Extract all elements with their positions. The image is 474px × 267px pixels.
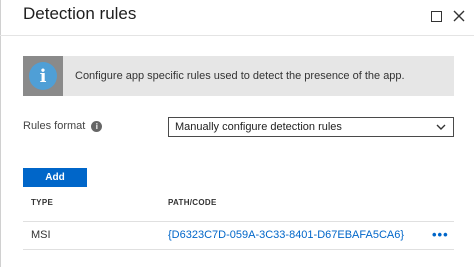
info-icon-box: i [23,56,63,96]
rules-format-selected-value: Manually configure detection rules [175,121,342,133]
chevron-down-icon [436,124,446,130]
rules-format-label: Rules format i [23,120,103,132]
rules-format-select[interactable]: Manually configure detection rules [168,117,454,137]
blade-header: Detection rules [0,0,474,36]
more-options-button[interactable]: ••• [432,227,449,242]
cell-type: MSI [31,229,51,241]
rules-format-label-text: Rules format [23,120,86,132]
info-icon: i [29,62,57,90]
column-header-type: TYPE [31,198,54,207]
maximize-icon [430,10,442,22]
table-divider [23,249,454,250]
table-row[interactable]: MSI {D6323C7D-059A-3C33-8401-D67EBAFA5CA… [23,222,454,249]
cell-path-code[interactable]: {D6323C7D-059A-3C33-8401-D67EBAFA5CA6} [168,229,404,241]
header-divider [0,35,474,36]
info-banner: i Configure app specific rules used to d… [23,56,454,96]
panel-left-border [0,0,1,267]
page-title: Detection rules [23,4,137,23]
info-banner-text: Configure app specific rules used to det… [75,70,405,82]
maximize-button[interactable] [429,9,443,23]
add-rule-button[interactable]: Add [23,168,87,187]
column-header-path-code: PATH/CODE [168,198,217,207]
close-icon [453,10,465,22]
close-button[interactable] [452,9,466,23]
help-info-icon[interactable]: i [91,120,103,132]
